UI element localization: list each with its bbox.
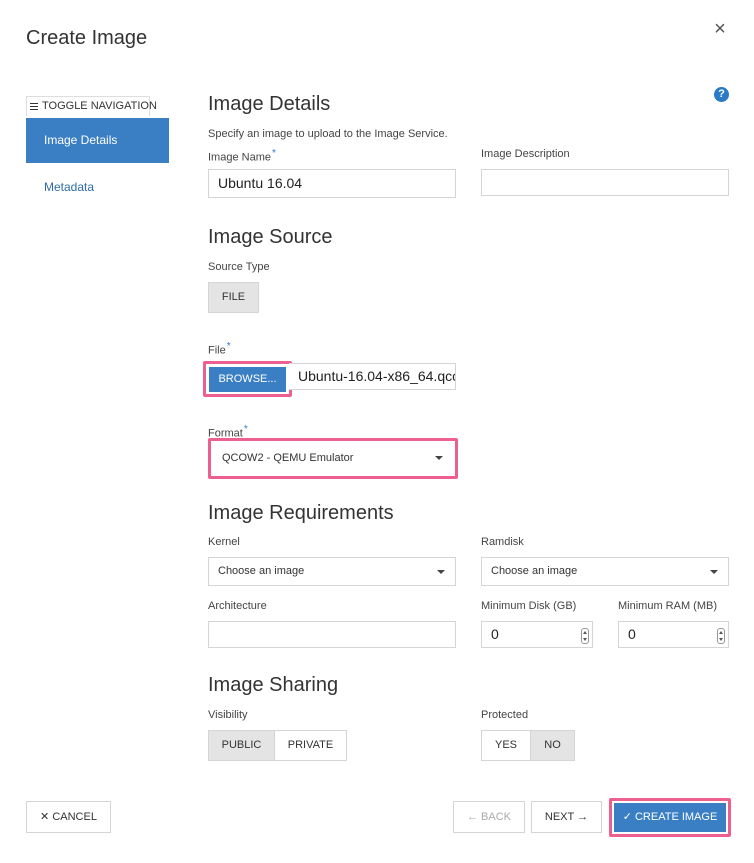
file-name-display: Ubuntu-16.04-x86_64.qcow2 [289,363,456,390]
image-name-label: Image Name* [208,148,276,164]
format-select-value: QCOW2 - QEMU Emulator [222,452,354,464]
required-marker: * [226,341,231,352]
arrow-left-icon: ← [466,811,478,823]
file-label-text: File [208,344,226,357]
cancel-button[interactable]: ✕ CANCEL [26,801,111,833]
toggle-navigation-label: TOGGLE NAVIGATION [42,100,157,112]
image-description-label: Image Description [481,148,570,160]
create-image-label: CREATE IMAGE [634,811,718,823]
create-image-highlight: ✓ CREATE IMAGE [609,798,731,837]
back-label: BACK [481,811,512,823]
protected-no-button[interactable]: NO [530,730,575,761]
image-name-label-text: Image Name [208,151,271,164]
browse-button[interactable]: BROWSE... [209,367,286,392]
spinner-icon[interactable] [581,628,589,644]
close-icon: ✕ [40,811,50,823]
min-disk-input[interactable]: 0 [481,621,593,648]
chevron-down-icon [437,570,445,574]
chevron-down-icon [435,456,443,460]
file-label: File* [208,341,231,357]
format-highlight: QCOW2 - QEMU Emulator [208,438,458,479]
hamburger-icon [30,101,38,112]
nav-item-metadata[interactable]: Metadata [44,180,94,194]
min-ram-value: 0 [628,626,636,642]
toggle-navigation-button[interactable]: TOGGLE NAVIGATION [26,96,157,116]
kernel-label: Kernel [208,536,240,548]
visibility-label: Visibility [208,709,248,721]
architecture-input[interactable] [208,621,456,648]
ramdisk-select[interactable]: Choose an image [481,557,729,586]
create-image-button[interactable]: ✓ CREATE IMAGE [614,803,726,832]
image-details-help: Specify an image to upload to the Image … [208,128,448,140]
required-marker: * [271,148,276,159]
image-name-input[interactable]: Ubuntu 16.04 [208,169,456,198]
architecture-label: Architecture [208,600,267,612]
kernel-select-value: Choose an image [218,565,305,577]
required-marker: * [243,424,248,435]
visibility-private-button[interactable]: PRIVATE [274,730,347,761]
check-icon: ✓ [622,811,632,823]
visibility-public-button[interactable]: PUBLIC [208,730,275,761]
protected-yes-button[interactable]: YES [481,730,531,761]
source-type-label: Source Type [208,261,270,273]
modal-title: Create Image [26,27,148,49]
cancel-label: CANCEL [52,811,97,823]
format-select[interactable]: QCOW2 - QEMU Emulator [213,444,453,474]
next-button[interactable]: NEXT → [531,801,602,833]
chevron-down-icon [710,570,718,574]
ramdisk-label: Ramdisk [481,536,524,548]
min-ram-input[interactable]: 0 [618,621,729,648]
kernel-select[interactable]: Choose an image [208,557,456,586]
image-source-heading: Image Source [208,226,333,248]
image-description-input[interactable] [481,169,729,196]
next-label: NEXT [544,811,575,823]
ramdisk-select-value: Choose an image [491,565,578,577]
min-ram-label: Minimum RAM (MB) [618,600,717,612]
image-details-heading: Image Details [208,93,331,115]
browse-highlight: BROWSE... [203,361,292,397]
source-type-file-button[interactable]: FILE [208,282,259,313]
protected-label: Protected [481,709,529,721]
help-icon[interactable]: ? [714,87,729,102]
back-button[interactable]: ← BACK [453,801,525,833]
min-disk-value: 0 [491,626,499,642]
spinner-icon[interactable] [717,628,725,644]
image-sharing-heading: Image Sharing [208,674,339,696]
image-requirements-heading: Image Requirements [208,502,394,524]
arrow-right-icon: → [577,811,589,823]
nav-item-image-details[interactable]: Image Details [26,118,169,163]
min-disk-label: Minimum Disk (GB) [481,600,577,612]
close-icon[interactable]: × [710,18,730,40]
